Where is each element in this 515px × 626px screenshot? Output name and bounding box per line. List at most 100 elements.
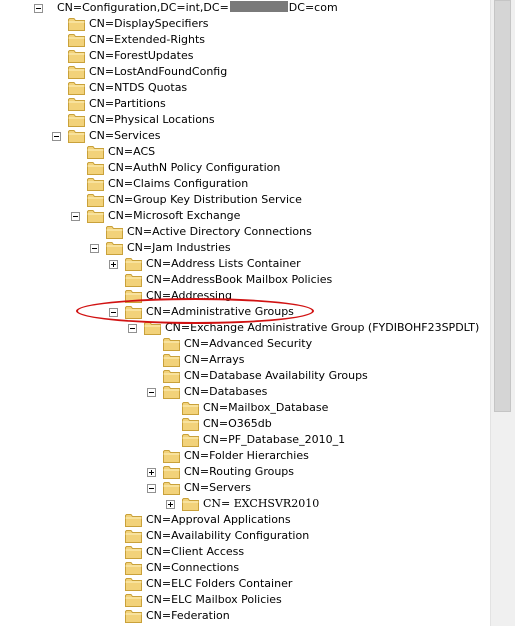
tree-node[interactable]: CN=Approval Applications [0, 512, 490, 528]
folder-icon [68, 65, 85, 79]
collapse-minus-icon[interactable] [52, 132, 61, 141]
tree-node[interactable]: CN=Databases [0, 384, 490, 400]
tree-node-text: CN=Group Key Distribution Service [108, 193, 302, 206]
tree-node-label: CN=Databases [182, 384, 269, 400]
tree-node[interactable]: CN= EXCHSVR2010 [0, 496, 490, 512]
tree-node-text: CN=LostAndFoundConfig [89, 65, 228, 78]
tree-node[interactable]: CN=Administrative Groups [0, 304, 490, 320]
tree-node-text: CN=Partitions [89, 97, 166, 110]
tree-node[interactable]: CN=ForestUpdates [0, 48, 490, 64]
folder-icon [106, 225, 123, 239]
tree-node[interactable]: CN=Availability Configuration [0, 528, 490, 544]
tree-node[interactable]: CN=AuthN Policy Configuration [0, 160, 490, 176]
tree-node[interactable]: CN=ELC Folders Container [0, 576, 490, 592]
folder-icon [68, 49, 85, 63]
tree-node-text: CN=Administrative Groups [146, 305, 294, 318]
scrollbar-thumb[interactable] [494, 0, 511, 412]
collapse-minus-icon[interactable] [90, 244, 99, 253]
tree-node[interactable]: CN=Arrays [0, 352, 490, 368]
tree-node[interactable]: CN=Jam Industries [0, 240, 490, 256]
tree-node[interactable]: CN=Mailbox_Database [0, 400, 490, 416]
collapse-minus-icon[interactable] [147, 388, 156, 397]
tree-node[interactable]: CN=Folder Hierarchies [0, 448, 490, 464]
collapse-minus-icon[interactable] [34, 4, 43, 13]
collapse-minus-icon[interactable] [128, 324, 137, 333]
tree-node[interactable]: CN=Addressing [0, 288, 490, 304]
folder-icon [125, 257, 142, 271]
tree-node-label: CN=Configuration,DC=int,DC= DC=com [55, 0, 340, 16]
collapse-minus-icon[interactable] [109, 308, 118, 317]
tree-node-text: CN=Connections [146, 561, 240, 574]
folder-icon [125, 609, 142, 623]
tree-node-label: CN=Database Availability Groups [182, 368, 370, 384]
tree-node[interactable]: CN=O365db [0, 416, 490, 432]
tree-node-label: CN=Physical Locations [87, 112, 217, 128]
tree-node-label: CN=Arrays [182, 352, 246, 368]
tree-node[interactable]: CN=Extended-Rights [0, 32, 490, 48]
collapse-minus-icon[interactable] [71, 212, 80, 221]
tree-node-text: CN=Federation [146, 609, 230, 622]
tree-node[interactable]: CN=AddressBook Mailbox Policies [0, 272, 490, 288]
ldap-tree-view: CN=Configuration,DC=int,DC= DC=com CN=Disp… [0, 0, 490, 626]
tree-node[interactable]: CN=Federation [0, 608, 490, 624]
tree-node-label: CN=Routing Groups [182, 464, 296, 480]
tree-node-text: CN=Database Availability Groups [184, 369, 368, 382]
tree-node[interactable]: CN=Client Access [0, 544, 490, 560]
tree-node[interactable]: CN=Routing Groups [0, 464, 490, 480]
tree-node[interactable]: CN=Database Availability Groups [0, 368, 490, 384]
tree-node[interactable]: CN=ELC Mailbox Policies [0, 592, 490, 608]
tree-node-text: CN=AuthN Policy Configuration [108, 161, 281, 174]
tree-node-label: CN=Extended-Rights [87, 32, 207, 48]
folder-icon [163, 369, 180, 383]
tree-node[interactable]: CN=Physical Locations [0, 112, 490, 128]
tree-node-label: CN=Servers [182, 480, 253, 496]
tree-node[interactable]: CN=Connections [0, 560, 490, 576]
expand-plus-icon[interactable] [109, 260, 118, 269]
tree-node[interactable]: CN=Group Key Distribution Service [0, 192, 490, 208]
tree-node[interactable]: CN=DisplaySpecifiers [0, 16, 490, 32]
tree-node[interactable]: CN=Partitions [0, 96, 490, 112]
tree-node-text: CN=ACS [108, 145, 156, 158]
folder-icon [125, 273, 142, 287]
tree-node[interactable]: CN=Microsoft Exchange [0, 208, 490, 224]
tree-node[interactable]: CN=Services [0, 128, 490, 144]
tree-node-text: CN=O365db [203, 417, 272, 430]
tree-node-label: CN=ELC Folders Container [144, 576, 294, 592]
tree-node[interactable]: CN=Configuration,DC=int,DC= DC=com [0, 0, 490, 16]
tree-node[interactable]: CN=LostAndFoundConfig [0, 64, 490, 80]
tree-node[interactable]: CN=ACS [0, 144, 490, 160]
tree-node[interactable]: CN=Advanced Security [0, 336, 490, 352]
tree-node[interactable]: CN=PF_Database_2010_1 [0, 432, 490, 448]
tree-node[interactable]: CN=Address Lists Container [0, 256, 490, 272]
tree-node-label: CN=Partitions [87, 96, 168, 112]
tree-node[interactable]: CN=NTDS Quotas [0, 80, 490, 96]
tree-node-text: CN= EXCHSVR2010 [203, 497, 320, 510]
tree-node-text: CN=Extended-Rights [89, 33, 206, 46]
tree-node-text: CN=Exchange Administrative Group (FYDIBO… [165, 321, 480, 334]
tree-node[interactable]: CN=Exchange Administrative Group (FYDIBO… [0, 320, 490, 336]
collapse-minus-icon[interactable] [147, 484, 156, 493]
tree-node-text: CN=Address Lists Container [146, 257, 301, 270]
folder-icon [106, 241, 123, 255]
folder-icon [68, 129, 85, 143]
tree-node[interactable]: CN=Claims Configuration [0, 176, 490, 192]
tree-node[interactable]: CN=Active Directory Connections [0, 224, 490, 240]
tree-node-label: CN=Connections [144, 560, 241, 576]
folder-icon [182, 417, 199, 431]
tree-node-label: CN=PF_Database_2010_1 [201, 432, 347, 448]
expand-plus-icon[interactable] [166, 500, 175, 509]
tree-node-label: CN=ELC Mailbox Policies [144, 592, 284, 608]
tree-node-label: CN=AuthN Policy Configuration [106, 160, 282, 176]
tree-node-text: CN=Arrays [184, 353, 245, 366]
tree-node-label: CN=Availability Configuration [144, 528, 311, 544]
tree-node-text: CN=Microsoft Exchange [108, 209, 241, 222]
tree-node-label: CN=Exchange Administrative Group (FYDIBO… [163, 320, 481, 336]
folder-icon [68, 81, 85, 95]
vertical-scrollbar[interactable] [490, 0, 515, 626]
expand-plus-icon[interactable] [147, 468, 156, 477]
folder-icon [68, 97, 85, 111]
tree-node-text: CN=Claims Configuration [108, 177, 249, 190]
tree-node-text: CN=Jam Industries [127, 241, 231, 254]
folder-icon [163, 353, 180, 367]
tree-node[interactable]: CN=Servers [0, 480, 490, 496]
